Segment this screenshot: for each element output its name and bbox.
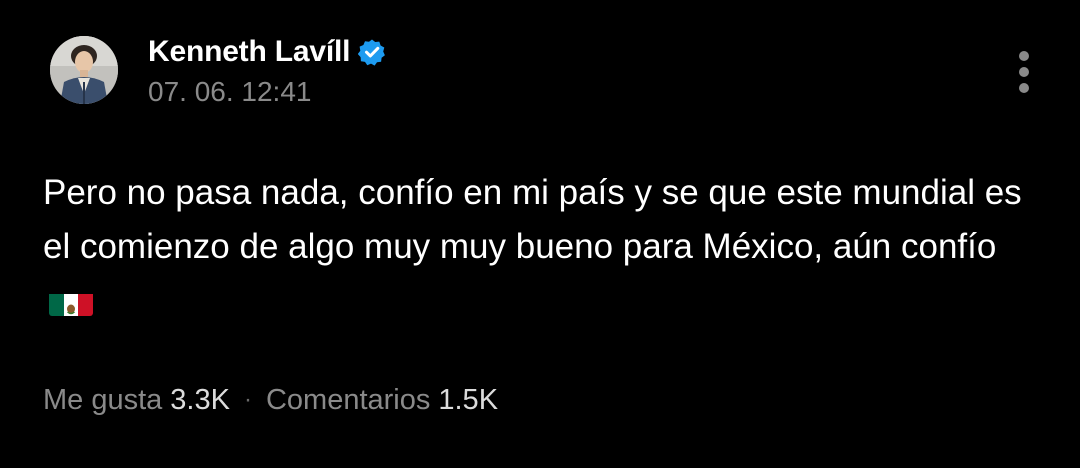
avatar[interactable] — [50, 36, 118, 104]
post-card: Kenneth Lavíll 07. 06. 12:41 Pero no pas… — [0, 0, 1080, 468]
comments-value: 1.5K — [438, 383, 499, 416]
post-body: Pero no pasa nada, confío en mi país y s… — [43, 166, 1033, 328]
post-timestamp: 07. 06. 12:41 — [148, 76, 312, 107]
stats-separator: · — [243, 386, 252, 413]
more-dot — [1019, 67, 1029, 77]
more-vertical-icon — [1019, 51, 1029, 61]
comments-label: Comentarios — [265, 383, 431, 416]
post-text: Pero no pasa nada, confío en mi país y s… — [43, 173, 1022, 266]
avatar-image — [50, 36, 118, 104]
author-name[interactable]: Kenneth Lavíll — [148, 35, 350, 69]
likes-count[interactable]: Me gusta 3.3K — [43, 384, 230, 417]
more-dot — [1019, 83, 1029, 93]
likes-label: Me gusta — [43, 383, 163, 416]
more-options-button[interactable] — [1008, 48, 1040, 96]
post-stats: Me gusta 3.3K · Comentarios 1.5K — [43, 380, 498, 420]
likes-value: 3.3K — [170, 383, 230, 416]
comments-count[interactable]: Comentarios 1.5K — [266, 384, 498, 417]
verified-badge-icon — [358, 38, 386, 66]
author-row: Kenneth Lavíll — [148, 32, 386, 72]
mexico-flag-icon — [49, 286, 93, 316]
